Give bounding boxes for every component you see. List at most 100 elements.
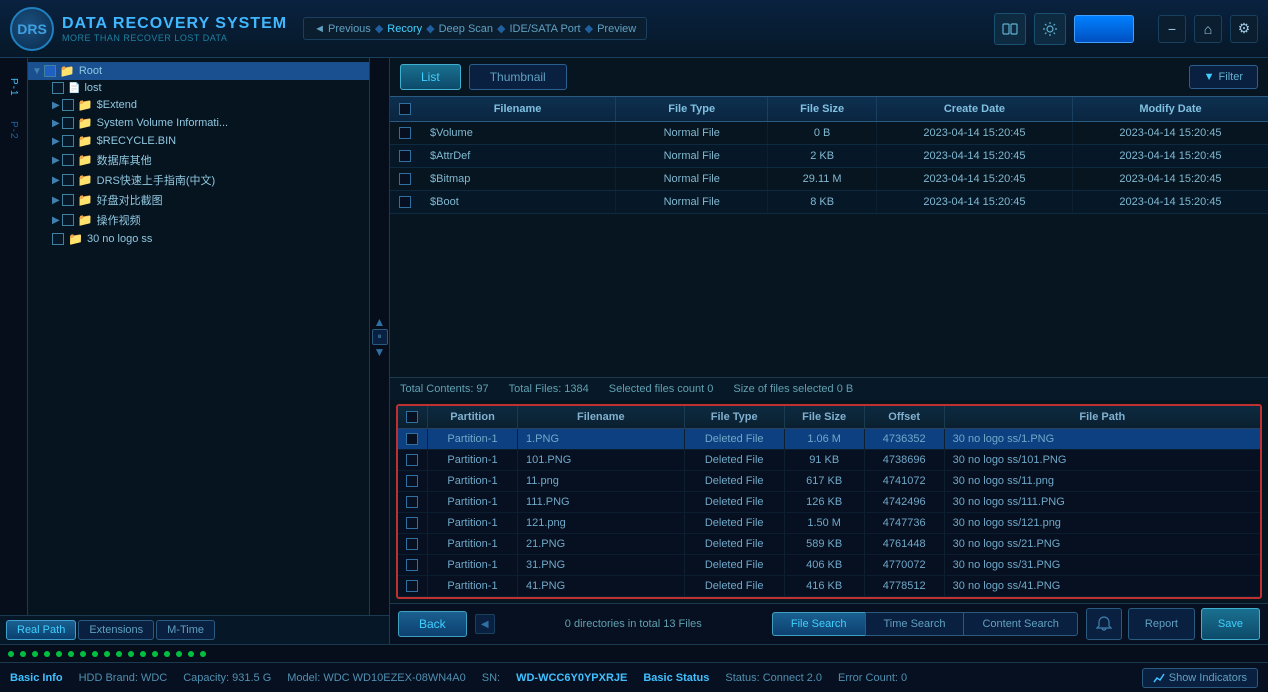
tree-node-root[interactable]: ▼ 📁 Root [28,62,369,80]
scroll-up[interactable]: ▲ [374,315,386,329]
search-offset-6: 4770072 [865,555,945,575]
search-row-check-0[interactable] [406,433,418,445]
row-check-1[interactable] [399,150,411,162]
cell-filetype-0: Normal File [616,122,768,144]
tree-arrow-dbqt: ▶ [52,155,60,166]
table-row[interactable]: $AttrDef Normal File 2 KB 2023-04-14 15:… [390,145,1268,168]
tree-node-dbqt[interactable]: ▶ 📁 数据库其他 [28,150,369,170]
back-button[interactable]: Back [398,611,467,637]
row-check-3[interactable] [399,196,411,208]
row-check-0[interactable] [399,127,411,139]
tree-node-recycle[interactable]: ▶ 📁 $RECYCLE.BIN [28,132,369,150]
settings-btn[interactable]: ⚙ [1230,15,1258,43]
nav-preview[interactable]: Preview [597,23,636,35]
tree-check-recycle[interactable] [62,135,74,147]
basic-info-label[interactable]: Basic Info [10,672,63,684]
search-row-check-5[interactable] [406,538,418,550]
search-col-check [398,406,428,428]
header-checkbox[interactable] [399,103,411,115]
table-row[interactable]: $Bitmap Normal File 29.11 M 2023-04-14 1… [390,168,1268,191]
tab-list[interactable]: List [400,64,461,90]
search-row-check-6[interactable] [406,559,418,571]
pause-btn[interactable]: ⏸ [372,329,388,345]
search-filepath-5: 30 no logo ss/21.PNG [945,534,1260,554]
folder-icon-hdpc: 📁 [78,193,93,207]
search-row-3[interactable]: Partition-1 111.PNG Deleted File 126 KB … [398,492,1260,513]
minimize-btn[interactable]: − [1158,15,1186,43]
search-row-2[interactable]: Partition-1 11.png Deleted File 617 KB 4… [398,471,1260,492]
tree-check-drs[interactable] [62,174,74,186]
search-row-7[interactable]: Partition-1 41.PNG Deleted File 416 KB 4… [398,576,1260,597]
search-row-4[interactable]: Partition-1 121.png Deleted File 1.50 M … [398,513,1260,534]
tab-time-search[interactable]: Time Search [865,612,964,636]
home-btn[interactable]: ⌂ [1194,15,1222,43]
nav-recovery[interactable]: Recory [387,23,422,35]
tree-arrow-sysvolinfo: ▶ [52,118,60,129]
search-partition-5: Partition-1 [428,534,518,554]
nav-prev[interactable]: ◄ Previous [314,23,371,35]
main-content: P-1 P-2 ▼ 📁 Root 📄 lost [0,58,1268,644]
tree-arrow-drs: ▶ [52,175,60,186]
search-row-check-3[interactable] [406,496,418,508]
tree-check-sysvolinfo[interactable] [62,117,74,129]
tree-check-ospy[interactable] [62,214,74,226]
tab-thumbnail[interactable]: Thumbnail [469,64,567,90]
tree-check-hdpc[interactable] [62,194,74,206]
table-row[interactable]: $Volume Normal File 0 B 2023-04-14 15:20… [390,122,1268,145]
partition-p1[interactable]: P-1 [8,66,19,109]
search-row-0[interactable]: Partition-1 1.PNG Deleted File 1.06 M 47… [398,429,1260,450]
indicators-icon [1153,672,1165,684]
cell-createdate-2: 2023-04-14 15:20:45 [877,168,1073,190]
triangle-btn[interactable]: ◀ [475,614,495,634]
nav-idesata[interactable]: IDE/SATA Port [510,23,581,35]
dir-info: 0 directories in total 13 Files [503,618,764,630]
active-indicator [1074,15,1134,43]
search-partition-1: Partition-1 [428,450,518,470]
tree-node-lost[interactable]: 📄 lost [28,80,369,96]
tree-node-30nologoss[interactable]: 📁 30 no logo ss [28,230,369,248]
search-row-1[interactable]: Partition-1 101.PNG Deleted File 91 KB 4… [398,450,1260,471]
scroll-down[interactable]: ▼ [374,345,386,359]
search-row-check-2[interactable] [406,475,418,487]
bell-btn[interactable] [1086,608,1122,640]
files-icon-btn[interactable] [994,13,1026,45]
settings-icon-btn[interactable] [1034,13,1066,45]
show-indicators-btn[interactable]: Show Indicators [1142,668,1258,688]
table-row[interactable]: $Boot Normal File 8 KB 2023-04-14 15:20:… [390,191,1268,214]
tree-node-extend[interactable]: ▶ 📁 $Extend [28,96,369,114]
folder-icon-ospy: 📁 [78,213,93,227]
tree-node-sysvolinfo[interactable]: ▶ 📁 System Volume Informati... [28,114,369,132]
tree-check-extend[interactable] [62,99,74,111]
tab-extensions[interactable]: Extensions [78,620,154,640]
tab-file-search[interactable]: File Search [772,612,865,636]
search-filetype-2: Deleted File [685,471,785,491]
search-row-check-4[interactable] [406,517,418,529]
search-row-5[interactable]: Partition-1 21.PNG Deleted File 589 KB 4… [398,534,1260,555]
tree-check-30nologoss[interactable] [52,233,64,245]
tree-node-hdpc[interactable]: ▶ 📁 好盘对比截图 [28,190,369,210]
tree-check-root[interactable] [44,65,56,77]
error-count: Error Count: 0 [838,672,907,684]
tree-node-drs[interactable]: ▶ 📁 DRS快速上手指南(中文) [28,170,369,190]
indicator-dot-14 [164,651,170,657]
search-row-check-7[interactable] [406,580,418,592]
tree-arrow-extend: ▶ [52,100,60,111]
tree-check-lost[interactable] [52,82,64,94]
search-filepath-0: 30 no logo ss/1.PNG [945,429,1260,449]
top-bar: DRS DATA RECOVERY SYSTEM MORE THAN RECOV… [0,0,1268,58]
report-button[interactable]: Report [1128,608,1195,640]
search-row-6[interactable]: Partition-1 31.PNG Deleted File 406 KB 4… [398,555,1260,576]
nav-deepscan[interactable]: Deep Scan [439,23,493,35]
tab-real-path[interactable]: Real Path [6,620,76,640]
save-button[interactable]: Save [1201,608,1260,640]
tab-content-search[interactable]: Content Search [963,612,1077,636]
search-header-check[interactable] [406,411,418,423]
tree-check-dbqt[interactable] [62,154,74,166]
tree-node-ospy[interactable]: ▶ 📁 操作视频 [28,210,369,230]
partition-p2[interactable]: P-2 [8,109,19,152]
row-check-2[interactable] [399,173,411,185]
search-filesize-7: 416 KB [785,576,865,596]
search-row-check-1[interactable] [406,454,418,466]
filter-btn[interactable]: ▼ Filter [1189,65,1258,89]
tab-m-time[interactable]: M-Time [156,620,215,640]
